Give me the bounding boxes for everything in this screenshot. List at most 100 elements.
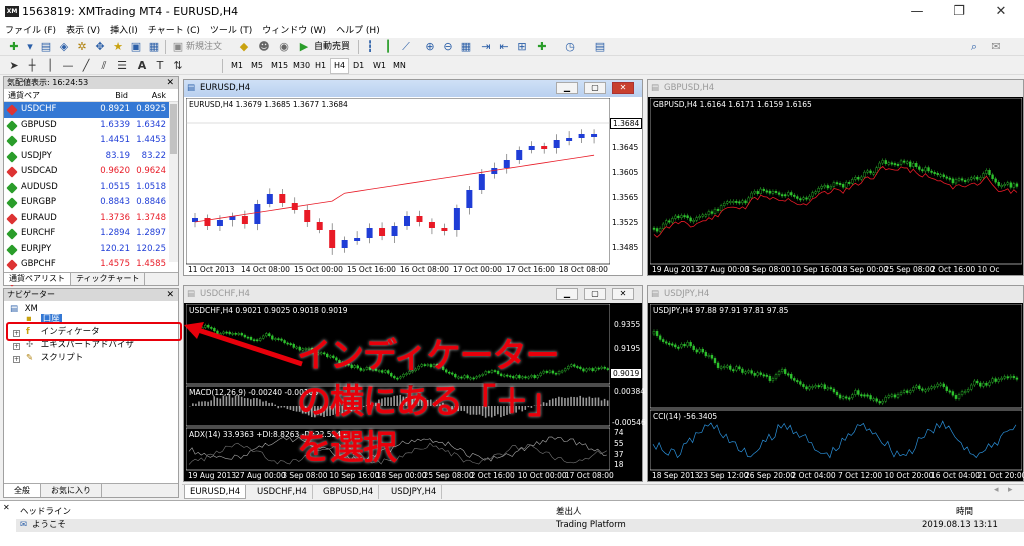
tab-common[interactable]: 全般 <box>4 484 41 497</box>
auto-trade-button[interactable]: 自動売買 <box>314 39 350 55</box>
market-watch-row[interactable]: USDCHF 0.8921 0.8925 <box>4 102 178 118</box>
indicators-icon[interactable]: ✚ <box>534 39 550 55</box>
people-icon[interactable]: ☻ <box>256 39 272 55</box>
bar-chart-icon[interactable]: ┇ <box>362 39 378 55</box>
maximize-button[interactable]: ❐ <box>938 0 980 24</box>
maximize-button[interactable]: ▢ <box>584 288 606 300</box>
globe-icon[interactable]: ◉ <box>276 39 292 55</box>
expand-plus-icon[interactable]: + <box>13 343 20 350</box>
line-chart-icon[interactable]: ⟋ <box>398 39 414 55</box>
tab-symbols[interactable]: 通貨ペアリスト <box>4 273 71 285</box>
period-icon[interactable]: ⊞ <box>514 39 530 55</box>
minimize-button[interactable]: ▁ <box>556 288 578 300</box>
candlestick-icon[interactable]: ┃ <box>380 39 396 55</box>
menu-file[interactable]: ファイル (F) <box>0 24 61 38</box>
tree-item-scripts[interactable]: ✎ スクリプト <box>26 352 83 365</box>
arrows-icon[interactable]: ⇅ <box>170 58 186 74</box>
col-from[interactable]: 差出人 <box>556 505 582 517</box>
col-headline[interactable]: ヘッドライン <box>20 505 71 517</box>
trendline-icon[interactable]: ╱ <box>78 58 94 74</box>
market-watch-row[interactable]: EURJPY 120.21 120.25 <box>4 242 178 258</box>
close-button[interactable]: ✕ <box>980 0 1022 24</box>
timeframe-m30[interactable]: M30 <box>290 58 313 74</box>
menu-chart[interactable]: チャート (C) <box>143 24 205 38</box>
close-button[interactable]: ✕ <box>612 82 634 94</box>
channel-icon[interactable]: ⫽ <box>96 58 112 74</box>
templates-icon[interactable]: ▤ <box>592 39 608 55</box>
tab-chart-gbpusd[interactable]: GBPUSD,H4 <box>318 485 380 499</box>
market-watch-row[interactable]: AUDUSD 1.0515 1.0518 <box>4 180 178 196</box>
timeframe-m15[interactable]: M15 <box>268 58 291 74</box>
market-watch-row[interactable]: EURUSD 1.4451 1.4453 <box>4 133 178 149</box>
crosshair-icon[interactable]: ┼ <box>24 58 40 74</box>
timeframe-h1[interactable]: H1 <box>312 58 329 74</box>
market-watch-row[interactable]: EURGBP 0.8843 0.8846 <box>4 195 178 211</box>
tester-icon[interactable]: ▣ <box>128 39 144 55</box>
navigator-icon[interactable]: ✥ <box>92 39 108 55</box>
zoom-in-icon[interactable]: ⊕ <box>422 39 438 55</box>
expand-plus-icon[interactable]: + <box>13 356 20 363</box>
scrollbar-thumb[interactable] <box>170 104 177 154</box>
maximize-button[interactable]: ▢ <box>584 82 606 94</box>
dropdown-arrow-icon[interactable]: ▾ <box>22 39 38 55</box>
history-icon[interactable]: ▦ <box>146 39 162 55</box>
new-order-button[interactable]: 新規注文 <box>186 39 222 55</box>
news-row[interactable]: ✉ ようこそ Trading Platform 2019.08.13 13:11 <box>16 519 1024 532</box>
clock-icon[interactable]: ◷ <box>562 39 578 55</box>
menu-insert[interactable]: 挿入(I) <box>105 24 143 38</box>
auto-scroll-icon[interactable]: ⇤ <box>496 39 512 55</box>
data-window-icon[interactable]: ✲ <box>74 39 90 55</box>
market-watch-row[interactable]: GBPCHF 1.4575 1.4585 <box>4 257 178 273</box>
new-order-icon[interactable]: ▣ <box>170 39 186 55</box>
market-watch-row[interactable]: EURCHF 1.2894 1.2897 <box>4 226 178 242</box>
col-time[interactable]: 時間 <box>956 505 973 517</box>
col-symbol[interactable]: 通貨ペア <box>8 89 40 102</box>
chat-icon[interactable]: ✉ <box>988 39 1004 55</box>
chart-window-eurusd[interactable]: ▤ EURUSD,H4 ▁ ▢ ✕ EURUSD,H4 1.3679 1.368… <box>183 79 643 276</box>
menu-help[interactable]: ヘルプ (H) <box>331 24 385 38</box>
vertical-line-icon[interactable]: │ <box>42 58 58 74</box>
new-chart-icon[interactable]: ✚ <box>6 39 22 55</box>
minimize-button[interactable]: — <box>896 0 938 24</box>
close-button[interactable]: ✕ <box>612 288 634 300</box>
tab-favorites[interactable]: お気に入り <box>41 484 102 497</box>
cursor-icon[interactable]: ➤ <box>6 58 22 74</box>
timeframe-mn[interactable]: MN <box>390 58 409 74</box>
tab-tick-chart[interactable]: ティックチャート <box>71 273 146 285</box>
col-bid[interactable]: Bid <box>115 89 128 102</box>
market-watch-row[interactable]: USDCAD 0.9620 0.9624 <box>4 164 178 180</box>
tile-windows-icon[interactable]: ▦ <box>458 39 474 55</box>
close-icon[interactable]: ✕ <box>166 77 174 89</box>
text-tool-icon[interactable]: A <box>134 58 150 74</box>
timeframe-w1[interactable]: W1 <box>370 58 389 74</box>
chart-window-usdjpy[interactable]: ▤ USDJPY,H4 USDJPY,H4 97.88 97.91 97.81 … <box>647 285 1024 482</box>
close-icon[interactable]: ✕ <box>3 503 10 512</box>
close-icon[interactable]: ✕ <box>166 289 174 301</box>
tab-chart-usdchf[interactable]: USDCHF,H4 <box>252 485 313 499</box>
chart-shift-icon[interactable]: ⇥ <box>478 39 494 55</box>
tab-chart-usdjpy[interactable]: USDJPY,H4 <box>386 485 443 499</box>
timeframe-d1[interactable]: D1 <box>350 58 367 74</box>
label-tool-icon[interactable]: T <box>152 58 168 74</box>
chart-window-gbpusd[interactable]: ▤ GBPUSD,H4 GBPUSD,H4 1.6164 1.6171 1.61… <box>647 79 1024 276</box>
scroll-right-icon[interactable]: ▸ <box>1008 485 1013 495</box>
fibonacci-icon[interactable]: ☰ <box>114 58 130 74</box>
horizontal-line-icon[interactable]: — <box>60 58 76 74</box>
market-watch-row[interactable]: GBPUSD 1.6339 1.6342 <box>4 118 178 134</box>
menu-window[interactable]: ウィンドウ (W) <box>257 24 331 38</box>
market-watch-row[interactable]: USDJPY 83.19 83.22 <box>4 149 178 165</box>
timeframe-h4[interactable]: H4 <box>330 58 350 74</box>
menu-view[interactable]: 表示 (V) <box>61 24 105 38</box>
scroll-left-icon[interactable]: ◂ <box>994 485 999 495</box>
market-watch-row[interactable]: EURAUD 1.3736 1.3748 <box>4 211 178 227</box>
search-icon[interactable]: ⌕ <box>966 39 982 55</box>
tab-chart-eurusd[interactable]: EURUSD,H4 <box>184 485 247 499</box>
market-watch-icon[interactable]: ◈ <box>56 39 72 55</box>
timeframe-m1[interactable]: M1 <box>228 58 246 74</box>
profiles-icon[interactable]: ▤ <box>38 39 54 55</box>
zoom-out-icon[interactable]: ⊖ <box>440 39 456 55</box>
menu-tools[interactable]: ツール (T) <box>205 24 257 38</box>
diamond-icon[interactable]: ◆ <box>236 39 252 55</box>
col-ask[interactable]: Ask <box>152 89 166 102</box>
minimize-button[interactable]: ▁ <box>556 82 578 94</box>
